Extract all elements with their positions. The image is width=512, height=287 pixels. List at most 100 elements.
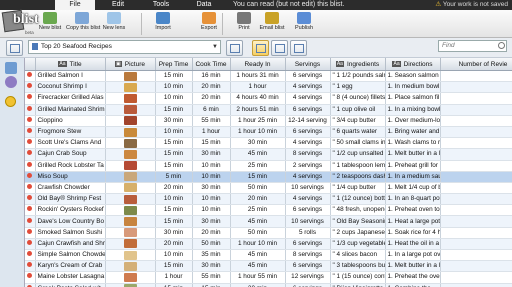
prep-cell[interactable]: 15 min	[155, 215, 193, 228]
prep-cell[interactable]: 10 min	[155, 249, 193, 262]
ing-cell[interactable]: " Dijon Vinaigrette	[330, 283, 386, 287]
ready-cell[interactable]: 1 hour 10 min	[230, 126, 286, 139]
ing-cell[interactable]: " 1 (15 ounce) conta	[330, 271, 386, 284]
dir-cell[interactable]: 1. Melt butter in a la	[385, 148, 441, 161]
dir-cell[interactable]: 1. Melt butter in a l	[385, 260, 441, 273]
dir-cell[interactable]: 1. Over medium-low	[385, 115, 441, 127]
rev-cell[interactable]: 566	[440, 81, 512, 94]
rev-cell[interactable]: 200	[440, 182, 512, 195]
serv-cell[interactable]: 6 servings	[285, 238, 331, 251]
ready-cell[interactable]: 45 min	[230, 249, 286, 262]
ing-cell[interactable]: " 1 cup olive oil	[330, 104, 386, 116]
title-cell[interactable]: Cioppino	[35, 115, 106, 127]
row-marker[interactable]	[25, 260, 36, 273]
title-cell[interactable]: Cajun Crab Soup	[35, 148, 106, 161]
picture-cell[interactable]	[105, 92, 156, 105]
prep-cell[interactable]: 15 min	[155, 104, 193, 116]
serv-cell[interactable]: 6 servings	[285, 126, 331, 139]
prep-cell[interactable]: 30 min	[155, 115, 193, 127]
ready-cell[interactable]: 25 min	[230, 204, 286, 217]
title-cell[interactable]: Frogmore Stew	[35, 126, 106, 139]
picture-cell[interactable]	[105, 260, 156, 273]
dir-cell[interactable]: 1. Melt 1/4 cup of b	[385, 182, 441, 195]
table-row[interactable]: Karyn's Cream of Crab 15 min 30 min 45 min 6…	[25, 260, 512, 273]
dir-cell[interactable]: 1. Season salmon f	[385, 70, 441, 83]
table-row[interactable]: Maine Lobster Lasagna 1 hour 55 min 1 hour …	[25, 271, 512, 284]
column-header-row-number[interactable]	[25, 58, 36, 71]
import-button[interactable]: Import	[147, 11, 179, 37]
serv-cell[interactable]: 6 servings	[285, 204, 331, 217]
new-blist-button[interactable]: New blist	[34, 11, 66, 37]
serv-cell[interactable]: 5 rolls	[285, 227, 331, 239]
title-cell[interactable]: Miso Soup	[35, 171, 106, 183]
title-cell[interactable]: Grilled Rock Lobster Ta	[35, 160, 106, 172]
ing-cell[interactable]: " 2 cups Japanese s	[330, 227, 386, 239]
prep-cell[interactable]: 15 min	[155, 283, 193, 287]
prep-cell[interactable]: 10 min	[155, 193, 193, 206]
row-marker[interactable]	[25, 81, 36, 94]
title-cell[interactable]: Grilled Salmon I	[35, 70, 106, 83]
prep-cell[interactable]: 5 min	[155, 171, 193, 183]
serv-cell[interactable]: 10 servings	[285, 215, 331, 228]
row-marker[interactable]	[25, 126, 36, 139]
prep-cell[interactable]: 20 min	[155, 238, 193, 251]
picture-cell[interactable]	[105, 238, 156, 251]
column-header-ready-in[interactable]: Ready In	[230, 58, 286, 71]
row-marker[interactable]	[25, 204, 36, 217]
row-marker[interactable]	[25, 271, 36, 284]
ready-cell[interactable]: 1 hour 10 min	[230, 238, 286, 251]
title-cell[interactable]: Dave's Low Country Bo	[35, 215, 106, 228]
dir-cell[interactable]: 1. In a medium saucepan	[385, 171, 441, 183]
row-marker[interactable]	[25, 171, 36, 183]
menu-tab-edit[interactable]: Edit	[98, 0, 138, 10]
dir-cell[interactable]: 1. Heat the oil in a h	[385, 238, 441, 251]
prep-cell[interactable]: 15 min	[155, 204, 193, 217]
row-marker[interactable]	[25, 182, 36, 195]
rev-cell[interactable]: 155	[440, 271, 512, 284]
email-blist-button[interactable]: Email blist	[256, 11, 288, 37]
serv-cell[interactable]: 12-14 serving	[285, 115, 331, 127]
row-marker[interactable]	[25, 160, 36, 172]
picture-cell[interactable]	[105, 81, 156, 94]
serv-cell[interactable]: 2 servings	[285, 160, 331, 172]
prep-cell[interactable]: 15 min	[155, 260, 193, 273]
cook-cell[interactable]: 20 min	[192, 81, 231, 94]
ready-cell[interactable]: 15 min	[230, 171, 286, 183]
rev-cell[interactable]: 195	[440, 193, 512, 206]
title-cell[interactable]: Crawfish Chowder	[35, 182, 106, 195]
menu-tab-tools[interactable]: Tools	[141, 0, 181, 10]
picture-cell[interactable]	[105, 160, 156, 172]
blist-selector[interactable]: Top 20 Seafood Recipes ▼	[28, 40, 221, 54]
picture-cell[interactable]	[105, 137, 156, 150]
ready-cell[interactable]: 1 hour	[230, 81, 286, 94]
dir-cell[interactable]: 1. Heat a large pot o	[385, 215, 441, 228]
column-header-title[interactable]: Aa Title	[35, 58, 106, 71]
ing-cell[interactable]: " 48 fresh, unopene	[330, 204, 386, 217]
dir-cell[interactable]: 1. Bring water and	[385, 126, 441, 139]
blists-icon[interactable]	[5, 62, 17, 74]
serv-cell[interactable]: 4 servings	[285, 171, 331, 183]
ready-cell[interactable]: 2 hours 51 min	[230, 104, 286, 116]
prep-cell[interactable]: 15 min	[155, 148, 193, 161]
title-cell[interactable]: Scott Ure's Clams And	[35, 137, 106, 150]
table-row[interactable]: Coconut Shrimp I 10 min 20 min 1 hour 4 serv…	[25, 81, 512, 94]
title-cell[interactable]: Smoked Salmon Sushi	[35, 227, 106, 239]
blist-list-button[interactable]	[6, 40, 23, 56]
rev-cell[interactable]: 221	[440, 160, 512, 172]
prep-cell[interactable]: 20 min	[155, 182, 193, 195]
ready-cell[interactable]: 20 min	[230, 193, 286, 206]
ing-cell[interactable]: " 1 (12 ounce) bottle	[330, 193, 386, 206]
cook-cell[interactable]: 55 min	[192, 115, 231, 127]
ing-cell[interactable]: " Old Bay Seasoning	[330, 215, 386, 228]
ready-cell[interactable]: 30 min	[230, 283, 286, 287]
cook-cell[interactable]: 50 min	[192, 238, 231, 251]
cook-cell[interactable]: 30 min	[192, 215, 231, 228]
serv-cell[interactable]: 4 servings	[285, 193, 331, 206]
serv-cell[interactable]: 12 servings	[285, 271, 331, 284]
cook-cell[interactable]: 30 min	[192, 260, 231, 273]
cook-cell[interactable]: 15 min	[192, 137, 231, 150]
serv-cell[interactable]: 6 servings	[285, 70, 331, 83]
table-row[interactable]: Smoked Salmon Sushi 30 min 20 min 50 min 5 r…	[25, 227, 512, 239]
picture-cell[interactable]	[105, 115, 156, 127]
table-row[interactable]: Grilled Marinated Shrim 15 min 6 min 2 hour…	[25, 104, 512, 116]
